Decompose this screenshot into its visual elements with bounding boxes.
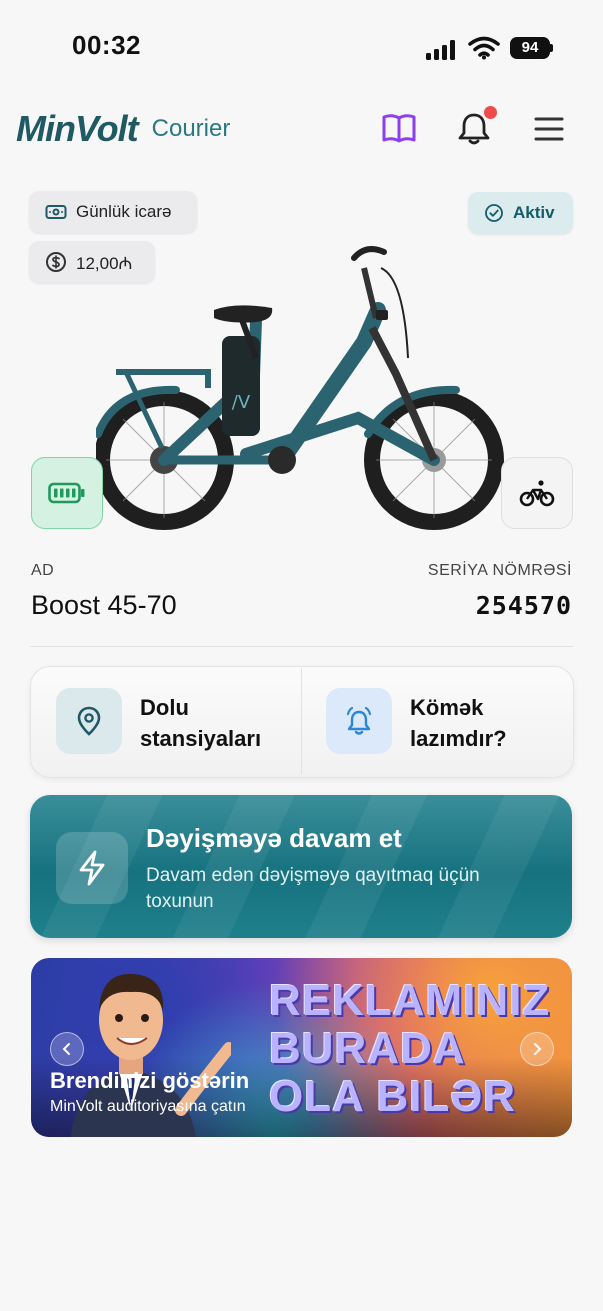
cellular-signal-icon (426, 40, 455, 60)
full-stations-button[interactable]: Dolu stansiyaları (32, 668, 300, 774)
need-help-button[interactable]: Kömək lazımdır? (303, 668, 571, 774)
svg-text:/V: /V (232, 392, 251, 413)
hamburger-menu-icon (534, 117, 564, 141)
need-help-label: Kömək lazımdır? (410, 692, 507, 754)
battery-full-icon (48, 482, 85, 504)
swap-icon-box (56, 832, 128, 904)
guide-book-button[interactable] (380, 110, 418, 148)
logo-suffix: Courier (151, 115, 231, 142)
ad-headline-line1: REKLAMINIZ (269, 976, 551, 1025)
serial-label: SERİYA NÖMRƏSİ (427, 562, 572, 579)
dollar-coin-icon (46, 252, 66, 272)
rental-type-badge: Günlük icarə (29, 191, 197, 233)
need-help-line2: lazımdır? (410, 726, 507, 751)
check-circle-icon (485, 204, 503, 222)
ad-prev-button[interactable] (50, 1032, 84, 1066)
section-divider (30, 646, 573, 647)
menu-button[interactable] (530, 110, 568, 148)
app-logo: MinVolt Courier (16, 102, 230, 156)
lightning-icon (79, 850, 105, 886)
name-label: AD (31, 562, 55, 579)
vehicle-name: Boost 45-70 (31, 590, 177, 620)
help-icon-box (326, 688, 392, 754)
swap-subtitle: Davam edən dəyişməyə qayıtmaq üçün toxun… (146, 865, 480, 912)
full-stations-line2: stansiyaları (140, 726, 262, 751)
full-stations-label: Dolu stansiyaları (140, 692, 261, 754)
status-time: 00:32 (72, 30, 141, 60)
battery-nub (550, 44, 553, 52)
wifi-icon (468, 36, 500, 60)
ad-headline-line3: OLA BILƏR (269, 1072, 517, 1121)
alarm-bell-icon (346, 706, 372, 735)
logo-wordmark: MinVolt (16, 108, 139, 149)
ad-headline-line2: BURADA (269, 1024, 466, 1073)
notification-badge (484, 106, 497, 119)
swap-title: Dəyişməyə davam et (146, 823, 402, 853)
chevron-right-icon (534, 1043, 542, 1055)
chevron-left-icon (62, 1043, 70, 1055)
ad-title: Brendinizi göstərin (50, 1068, 250, 1093)
status-badge: Aktiv (468, 192, 573, 234)
ad-subtitle: MinVolt auditoriyasına çatın (50, 1098, 246, 1115)
bike-image: /V (96, 246, 504, 530)
full-stations-line1: Dolu (140, 695, 189, 720)
ad-next-button[interactable] (520, 1032, 554, 1066)
ride-mode-button[interactable] (501, 457, 573, 529)
bicycle-icon (519, 480, 555, 507)
location-pin-icon (77, 706, 101, 736)
status-label: Aktiv (513, 203, 555, 222)
need-help-line1: Kömək (410, 695, 484, 720)
serial-number: 254570 (475, 591, 572, 620)
quick-actions-separator (301, 668, 302, 774)
book-icon (382, 114, 416, 143)
rental-type-label: Günlük icarə (76, 202, 172, 221)
battery-indicator: 94 (510, 37, 550, 59)
stations-icon-box (56, 688, 122, 754)
battery-status-button[interactable] (31, 457, 103, 529)
cash-icon (45, 205, 67, 219)
